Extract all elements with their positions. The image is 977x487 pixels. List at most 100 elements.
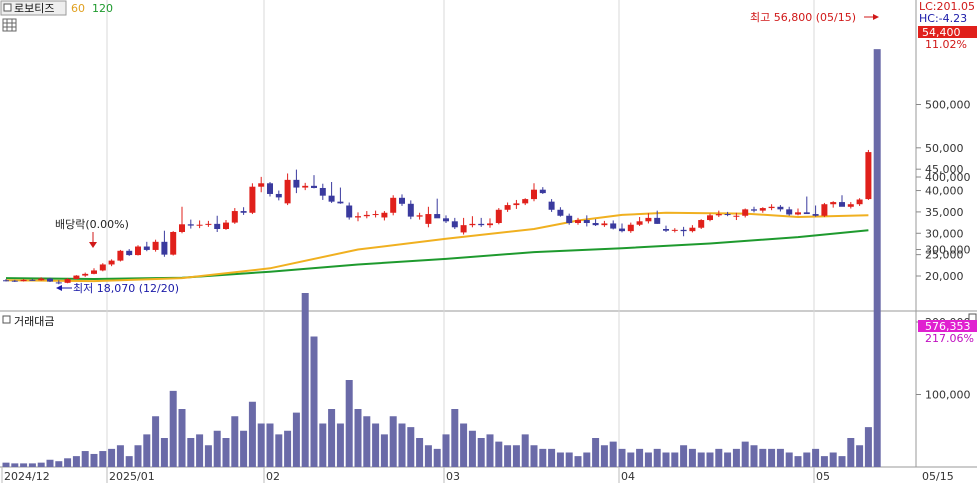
volume-legend: 거래대금 [2, 315, 54, 328]
candle-body [812, 214, 819, 216]
volume-checkbox-icon[interactable] [2, 315, 11, 324]
x-tick-label: 03 [446, 470, 460, 483]
symbol-label: 로보티즈 [14, 2, 54, 15]
price-tick-label: 30,000 [925, 227, 964, 240]
volume-bar [873, 49, 881, 467]
volume-bar [398, 423, 406, 467]
candle-body [478, 223, 485, 226]
candle-body [29, 279, 36, 281]
volume-bar [856, 445, 864, 467]
candle-body [205, 223, 212, 225]
volume-bar [380, 434, 388, 467]
candle-body [407, 203, 414, 217]
candle-body [575, 220, 581, 224]
candle-body [724, 214, 731, 216]
candle-body [117, 250, 124, 261]
stock-chart-svg: 20,00025,00030,00035,00040,00045,00050,0… [0, 0, 977, 483]
volume-bar [257, 423, 265, 467]
volume-bar [424, 445, 432, 467]
volume-bar [433, 448, 441, 467]
volume-bar [592, 438, 600, 467]
candle-body [522, 199, 529, 204]
candle-body [733, 215, 740, 217]
candle-body [513, 203, 520, 206]
candle-body [636, 221, 643, 225]
volume-bar [486, 434, 494, 467]
candle-body [355, 216, 361, 218]
candle-body [531, 189, 537, 200]
volume-bar [750, 445, 758, 467]
candle-body [847, 204, 854, 207]
candle-body [856, 199, 863, 205]
grid-toggle-icon[interactable] [2, 18, 17, 32]
volume-bar [160, 438, 168, 467]
low-annotation: 최저 18,070 (12/20) [56, 282, 179, 295]
volume-bar [240, 430, 248, 467]
candle-body [786, 209, 793, 215]
candle-body [707, 215, 713, 221]
candle-body [55, 282, 62, 284]
volume-bar [354, 409, 362, 467]
candle-body [539, 189, 546, 194]
chart-window: { "legend": { "symbol": "로보티즈", "ma_shor… [0, 0, 977, 483]
candle-body [566, 215, 573, 224]
volume-bar [583, 452, 591, 467]
candle-body [399, 197, 405, 204]
candle-body [671, 229, 678, 231]
volume-bar [213, 430, 221, 467]
volume-bar [310, 336, 318, 467]
volume-bar [108, 448, 116, 467]
candle-body [64, 278, 71, 283]
candle-body [663, 229, 669, 231]
volume-title: 거래대금 [14, 315, 54, 328]
volume-bar [248, 401, 256, 467]
candle-body [126, 250, 133, 256]
volume-bar [697, 452, 705, 467]
volume-bar [55, 461, 63, 467]
volume-bar [266, 423, 274, 467]
volume-bar [116, 445, 124, 467]
candle-body [742, 209, 749, 216]
change-pct-label: 11.02% [925, 38, 967, 51]
candle-body [715, 214, 722, 216]
candle-body [240, 211, 247, 213]
symbol-checkbox-icon[interactable] [3, 3, 12, 12]
candle-body [214, 223, 221, 230]
volume-bar [442, 434, 450, 467]
candle-body [495, 209, 502, 224]
volume-bar [90, 453, 98, 467]
candle-body [161, 241, 168, 255]
volume-bar [732, 448, 740, 467]
volume-bar [662, 452, 670, 467]
x-tick-label: 04 [621, 470, 635, 483]
dividend-annotation-text: 배당락(0.00%) [55, 218, 129, 231]
candle-body [363, 214, 370, 217]
volume-bar [803, 452, 811, 467]
candle-body [249, 186, 256, 213]
volume-bar [600, 445, 608, 467]
volume-bar [11, 463, 19, 467]
candle-body [390, 197, 397, 213]
volume-bar [152, 416, 160, 467]
candle-body [795, 212, 801, 215]
candle-body [601, 223, 608, 226]
volume-bar [196, 434, 204, 467]
candle-body [152, 241, 159, 250]
price-tick-label: 40,000 [925, 185, 964, 198]
candle-body [583, 220, 590, 224]
volume-bar [539, 448, 547, 467]
volume-bar [618, 448, 626, 467]
volume-bar [284, 430, 292, 467]
volume-bar [319, 423, 327, 467]
candle-body [372, 214, 379, 216]
candle-body [619, 228, 625, 232]
volume-bar [495, 441, 503, 467]
volume-bar [812, 448, 820, 467]
low-annotation-text: 최저 18,070 (12/20) [73, 282, 179, 295]
volume-bar [530, 445, 538, 467]
volume-bar [864, 427, 872, 467]
candle-body [135, 246, 141, 256]
volume-bar [169, 390, 177, 467]
volume-bar [715, 448, 723, 467]
volume-bar [574, 456, 582, 467]
